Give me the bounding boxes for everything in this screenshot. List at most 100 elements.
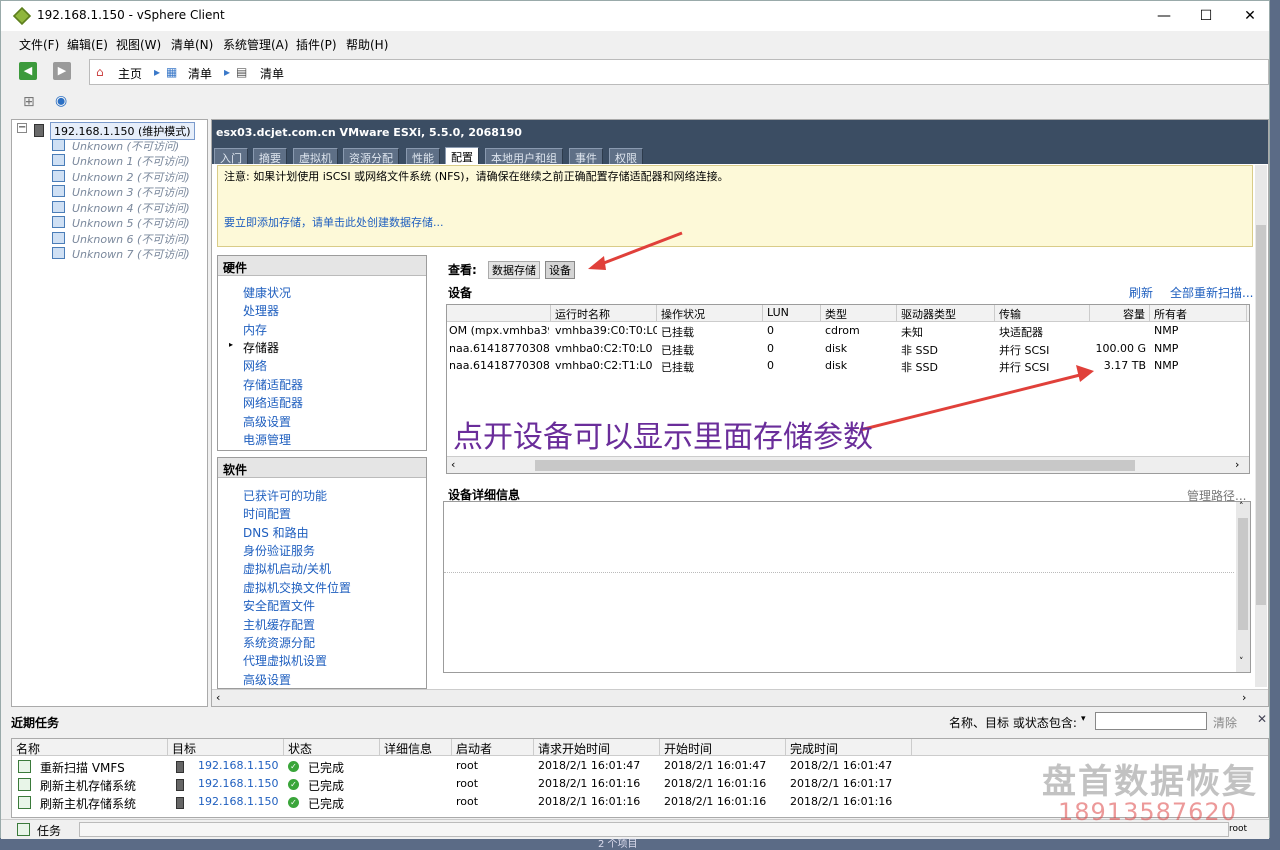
sw-licensed-features[interactable]: 已获许可的功能 — [243, 487, 327, 504]
view-datastores-button[interactable]: 数据存储 — [488, 261, 540, 279]
filter-input[interactable] — [1095, 712, 1207, 730]
hw-health[interactable]: 健康状况 — [243, 284, 291, 301]
add-storage-link[interactable]: 要立即添加存储，请单击此处创建数据存储... — [224, 214, 444, 230]
menu-inventory[interactable]: 清单(N) — [171, 36, 213, 53]
table-row[interactable]: OM (mpx.vmhba39... vmhba39:C0:T0:L0 已挂载 … — [447, 323, 1249, 340]
table-row[interactable]: naa.61418770308... vmhba0:C2:T0:L0 已挂载 0… — [447, 341, 1249, 358]
menu-file[interactable]: 文件(F) — [19, 36, 59, 53]
col-initiator[interactable]: 启动者 — [452, 739, 534, 755]
tree-vm[interactable]: Unknown 2 (不可访问) — [72, 169, 190, 185]
sw-vm-startup[interactable]: 虚拟机启动/关机 — [243, 560, 331, 577]
scroll-right-icon[interactable]: › — [1235, 458, 1239, 471]
menu-help[interactable]: 帮助(H) — [346, 36, 388, 53]
hw-storage-adapters[interactable]: 存储适配器 — [243, 376, 303, 393]
sw-host-cache[interactable]: 主机缓存配置 — [243, 616, 315, 633]
hw-advanced-settings[interactable]: 高级设置 — [243, 413, 291, 430]
tab-vms[interactable]: 虚拟机 — [293, 148, 338, 165]
tab-resource-allocation[interactable]: 资源分配 — [343, 148, 399, 165]
scroll-right-icon[interactable]: › — [1242, 691, 1246, 704]
hw-network-adapters[interactable]: 网络适配器 — [243, 394, 303, 411]
close-button[interactable]: ✕ — [1235, 5, 1265, 27]
chevron-down-icon[interactable]: ˅ — [1239, 657, 1244, 667]
col-owner[interactable]: 所有者 — [1150, 305, 1247, 321]
device-details-panel: ˄ ˅ — [443, 501, 1251, 673]
collapse-icon[interactable]: − — [17, 123, 27, 133]
sw-swapfile-location[interactable]: 虚拟机交换文件位置 — [243, 579, 351, 596]
menu-edit[interactable]: 编辑(E) — [67, 36, 108, 53]
tree-vm[interactable]: Unknown 6 (不可访问) — [72, 231, 190, 247]
sw-advanced-settings[interactable]: 高级设置 — [243, 671, 291, 688]
devices-hscrollbar[interactable]: ‹ › — [447, 456, 1249, 473]
view-devices-button[interactable]: 设备 — [545, 261, 575, 279]
col-start-time[interactable]: 开始时间 — [660, 739, 786, 755]
hw-storage[interactable]: 存储器 — [243, 339, 279, 356]
sw-resource-allocation[interactable]: 系统资源分配 — [243, 634, 315, 651]
clear-button[interactable]: 清除 — [1213, 714, 1237, 731]
tab-summary[interactable]: 摘要 — [253, 148, 287, 165]
table-row[interactable]: naa.61418770308... vmhba0:C2:T1:L0 已挂载 0… — [447, 358, 1249, 375]
breadcrumb-home[interactable]: 主页 — [118, 65, 142, 82]
breadcrumb-inventory-2[interactable]: 清单 — [260, 65, 284, 82]
col-requested-start[interactable]: 请求开始时间 — [534, 739, 660, 755]
device-capacity — [1090, 323, 1150, 340]
sw-time-config[interactable]: 时间配置 — [243, 505, 291, 522]
col-name[interactable] — [447, 305, 551, 321]
details-scrollbar[interactable]: ˄ ˅ — [1236, 502, 1250, 672]
col-details[interactable]: 详细信息 — [380, 739, 452, 755]
refresh-globe-icon[interactable]: ◉ — [55, 93, 67, 109]
col-status[interactable]: 状态 — [284, 739, 380, 755]
tab-performance[interactable]: 性能 — [406, 148, 440, 165]
close-icon[interactable]: ✕ — [1257, 712, 1267, 726]
minimize-button[interactable]: — — [1149, 5, 1179, 27]
tree-vm[interactable]: Unknown (不可访问) — [72, 138, 179, 154]
col-completed-time[interactable]: 完成时间 — [786, 739, 912, 755]
maximize-button[interactable]: ☐ — [1191, 5, 1221, 27]
col-task-name[interactable]: 名称 — [12, 739, 168, 755]
col-operational-state[interactable]: 操作状况 — [657, 305, 763, 321]
task-target[interactable]: 192.168.1.150 — [194, 776, 284, 793]
pane-hscrollbar[interactable]: ‹ › — [212, 689, 1268, 706]
menu-admin[interactable]: 系统管理(A) — [223, 36, 289, 53]
main-scrollbar[interactable] — [1255, 165, 1267, 687]
scroll-left-icon[interactable]: ‹ — [216, 691, 220, 704]
tab-local-users[interactable]: 本地用户和组 — [485, 148, 563, 165]
col-lun[interactable]: LUN — [763, 305, 821, 321]
hw-power-management[interactable]: 电源管理 — [243, 431, 291, 448]
sw-security-profile[interactable]: 安全配置文件 — [243, 597, 315, 614]
menu-view[interactable]: 视图(W) — [116, 36, 161, 53]
tab-permissions[interactable]: 权限 — [609, 148, 643, 165]
chevron-up-icon[interactable]: ˄ — [1239, 502, 1244, 512]
col-drive-type[interactable]: 驱动器类型 — [897, 305, 995, 321]
filter-dropdown-icon[interactable]: ▾ — [1081, 714, 1086, 724]
tab-getting-started[interactable]: 入门 — [214, 148, 248, 165]
col-type[interactable]: 类型 — [821, 305, 897, 321]
forward-button[interactable]: ▶ — [53, 62, 71, 80]
back-button[interactable]: ◀ — [19, 62, 37, 80]
task-target[interactable]: 192.168.1.150 — [194, 794, 284, 811]
hw-networking[interactable]: 网络 — [243, 357, 267, 374]
tree-vm[interactable]: Unknown 4 (不可访问) — [72, 200, 190, 216]
sw-agent-vm[interactable]: 代理虚拟机设置 — [243, 652, 327, 669]
new-vm-icon[interactable]: ⊞ — [23, 94, 35, 110]
refresh-link[interactable]: 刷新 — [1129, 284, 1153, 301]
scroll-left-icon[interactable]: ‹ — [451, 458, 455, 471]
tree-vm[interactable]: Unknown 7 (不可访问) — [72, 246, 190, 262]
tab-configuration[interactable]: 配置 — [445, 147, 479, 164]
hw-memory[interactable]: 内存 — [243, 321, 267, 338]
tree-vm[interactable]: Unknown 5 (不可访问) — [72, 215, 190, 231]
col-target[interactable]: 目标 — [168, 739, 284, 755]
sw-auth-services[interactable]: 身份验证服务 — [243, 542, 315, 559]
menu-plugins[interactable]: 插件(P) — [296, 36, 337, 53]
rescan-all-link[interactable]: 全部重新扫描... — [1170, 284, 1253, 301]
tree-vm[interactable]: Unknown 1 (不可访问) — [72, 153, 190, 169]
sw-dns-routing[interactable]: DNS 和路由 — [243, 524, 309, 541]
col-runtime-name[interactable]: 运行时名称 — [551, 305, 657, 321]
breadcrumb-inventory-1[interactable]: 清单 — [188, 65, 212, 82]
hw-processors[interactable]: 处理器 — [243, 302, 279, 319]
tab-events[interactable]: 事件 — [569, 148, 603, 165]
tree-vm[interactable]: Unknown 3 (不可访问) — [72, 184, 190, 200]
task-target[interactable]: 192.168.1.150 — [194, 758, 284, 775]
col-transport[interactable]: 传输 — [995, 305, 1090, 321]
tasks-tab[interactable]: 任务 — [37, 822, 61, 839]
col-capacity[interactable]: 容量 — [1090, 305, 1150, 321]
